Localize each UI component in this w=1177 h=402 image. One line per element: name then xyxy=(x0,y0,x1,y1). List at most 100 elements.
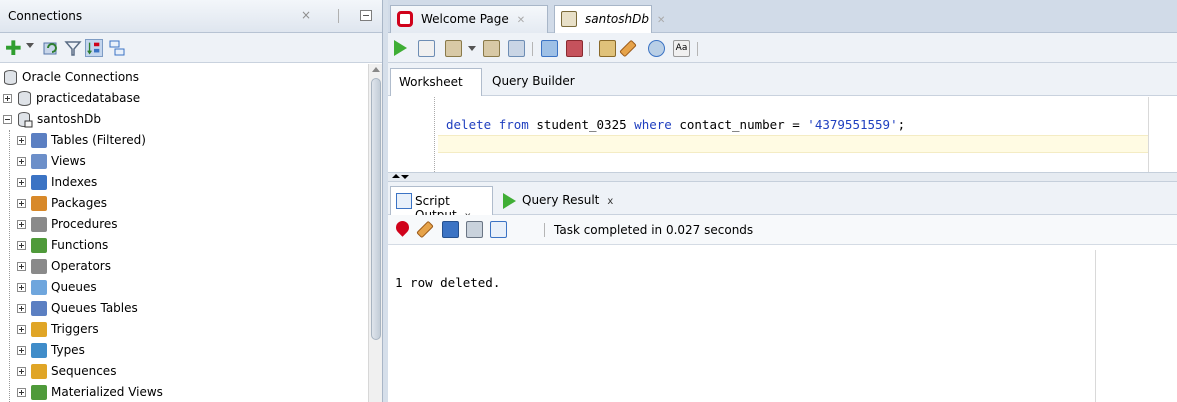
tab-label: Welcome Page xyxy=(421,12,509,26)
output-right-margin xyxy=(1095,250,1096,402)
print-icon[interactable] xyxy=(466,221,483,238)
collapse-icon[interactable] xyxy=(3,115,12,124)
toolbar-separator xyxy=(589,42,590,56)
script-output-text: 1 row deleted. xyxy=(395,275,501,290)
tree-item-label: Functions xyxy=(51,238,109,252)
expand-icon[interactable] xyxy=(17,346,26,355)
task-status-text: Task completed in 0.027 seconds xyxy=(554,223,754,237)
sql-keyword: delete xyxy=(446,117,492,132)
expand-icon[interactable] xyxy=(17,220,26,229)
current-line-highlight xyxy=(438,135,1148,153)
queues-icon xyxy=(31,280,47,295)
script-output-icon[interactable] xyxy=(490,221,507,238)
tab-label: Query Result xyxy=(522,193,600,207)
tab-santoshdb[interactable]: santoshDb ✕ xyxy=(554,5,665,33)
connected-database-icon xyxy=(18,112,33,128)
pin-icon[interactable] xyxy=(393,218,412,237)
expand-icon[interactable] xyxy=(17,241,26,250)
tree-item-label: Triggers xyxy=(51,322,99,336)
splitter-up-arrow-icon[interactable] xyxy=(392,174,400,178)
connections-toolbar: ✚ xyxy=(0,33,382,63)
save-icon[interactable] xyxy=(442,221,459,238)
output-toolbar: Task completed in 0.027 seconds xyxy=(388,215,1177,245)
commit-dropdown-chevron-icon[interactable] xyxy=(468,46,476,51)
script-output-area[interactable]: 1 row deleted. xyxy=(388,245,1177,402)
filter-icon[interactable] xyxy=(64,39,82,57)
add-connection-icon[interactable]: ✚ xyxy=(5,38,23,58)
editor-tab-bar: Welcome Page ✕ santoshDb ✕ xyxy=(388,0,1177,33)
run-icon xyxy=(503,193,516,209)
tab-welcome-page[interactable]: Welcome Page ✕ xyxy=(390,5,548,33)
connections-panel-title: Connections xyxy=(8,9,83,23)
toolbar-separator xyxy=(544,223,545,237)
tab-script-output[interactable]: Script Outputx xyxy=(390,186,493,222)
types-icon xyxy=(31,343,47,358)
sql-history-icon[interactable] xyxy=(599,40,616,57)
tree-guide-line xyxy=(9,130,10,402)
database-icon xyxy=(18,91,31,106)
sql-tuning-icon[interactable] xyxy=(648,40,665,57)
add-dropdown-chevron-icon[interactable] xyxy=(26,43,34,48)
functions-icon xyxy=(31,238,47,253)
expand-icon[interactable] xyxy=(17,283,26,292)
sql-keyword: where xyxy=(634,117,672,132)
close-tab-icon[interactable]: x xyxy=(607,196,613,207)
connections-panel-header: Connections × xyxy=(0,0,382,33)
run-statement-icon[interactable] xyxy=(394,40,407,56)
scrollbar-thumb[interactable] xyxy=(371,78,381,340)
expand-icon[interactable] xyxy=(17,136,26,145)
tree-item-label: Queues xyxy=(51,280,97,294)
tree-item-label: Views xyxy=(51,154,86,168)
tree-item-label: Indexes xyxy=(51,175,98,189)
splitter-down-arrow-icon[interactable] xyxy=(401,175,409,179)
expand-icon[interactable] xyxy=(17,262,26,271)
scroll-up-icon[interactable] xyxy=(372,67,380,72)
toolbar-separator xyxy=(697,42,698,56)
hierarchy-icon[interactable] xyxy=(108,39,126,57)
expand-icon[interactable] xyxy=(17,388,26,397)
expand-icon[interactable] xyxy=(17,367,26,376)
tree-item-label: Procedures xyxy=(51,217,118,231)
expand-icon[interactable] xyxy=(17,325,26,334)
tab-query-builder[interactable]: Query Builder xyxy=(484,68,583,96)
run-script-icon[interactable] xyxy=(418,40,435,57)
sql-statement[interactable]: delete from student_0325 where contact_n… xyxy=(446,117,905,132)
header-separator xyxy=(338,9,339,23)
expand-icon[interactable] xyxy=(3,94,12,103)
tree-scrollbar[interactable] xyxy=(368,64,382,402)
eraser-icon[interactable] xyxy=(619,39,637,58)
format-case-icon[interactable]: Aa xyxy=(673,40,690,57)
output-tab-bar: Script Outputx Query Result x xyxy=(388,182,1177,222)
tree-connection-label: santoshDb xyxy=(37,112,101,126)
expand-icon[interactable] xyxy=(17,157,26,166)
editor-output-splitter[interactable] xyxy=(388,172,1177,182)
explain-plan-icon[interactable] xyxy=(508,40,525,57)
schema-browser-icon[interactable] xyxy=(85,39,103,57)
close-panel-icon[interactable]: × xyxy=(301,8,311,22)
minimize-panel-icon[interactable] xyxy=(360,10,372,21)
indexes-icon xyxy=(31,175,47,190)
expand-icon[interactable] xyxy=(17,304,26,313)
sql-editor[interactable]: delete from student_0325 where contact_n… xyxy=(388,97,1177,172)
refresh-icon[interactable] xyxy=(42,39,60,57)
editor-toolbar: Aa xyxy=(388,33,1177,63)
sql-keyword: from xyxy=(498,117,529,132)
clear-output-icon[interactable] xyxy=(416,220,434,239)
sql-column-name: contact_number xyxy=(679,117,785,132)
rollback-icon[interactable] xyxy=(483,40,500,57)
expand-icon[interactable] xyxy=(17,178,26,187)
close-tab-icon[interactable]: ✕ xyxy=(657,15,665,26)
clear-icon[interactable] xyxy=(566,40,583,57)
editor-subtabs: Worksheet Query Builder xyxy=(388,63,1177,96)
tree-item-label: Queues Tables xyxy=(51,301,138,315)
autotrace-icon[interactable] xyxy=(541,40,558,57)
tab-worksheet[interactable]: Worksheet xyxy=(390,68,482,96)
expand-icon[interactable] xyxy=(17,199,26,208)
tree-item-label: Types xyxy=(51,343,85,357)
tree-item-label: Sequences xyxy=(51,364,117,378)
tab-query-result[interactable]: Query Result x xyxy=(498,186,621,215)
views-icon xyxy=(31,154,47,169)
sequences-icon xyxy=(31,364,47,379)
commit-icon[interactable] xyxy=(445,40,462,57)
close-tab-icon[interactable]: ✕ xyxy=(517,15,525,26)
